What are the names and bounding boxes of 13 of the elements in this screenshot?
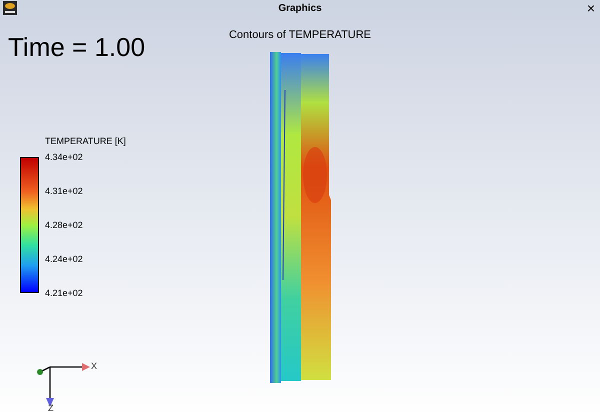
legend-label: 4.28e+02	[45, 220, 83, 230]
window-title: Graphics	[278, 2, 322, 16]
legend-label: 4.34e+02	[45, 152, 83, 162]
plot-title: Contours of TEMPERATURE	[228, 28, 372, 43]
z-axis-label: Z	[48, 403, 54, 413]
legend-label: 4.21e+02	[45, 288, 83, 298]
time-label: Time = 1.00	[8, 32, 146, 62]
close-button[interactable]: ×	[586, 0, 595, 16]
app-logo-icon	[3, 1, 17, 15]
legend-label: 4.31e+02	[45, 186, 83, 196]
x-axis-label: X	[91, 360, 98, 373]
legend-label: 4.24e+02	[45, 254, 83, 264]
legend-title: TEMPERATURE [K]	[45, 135, 126, 148]
